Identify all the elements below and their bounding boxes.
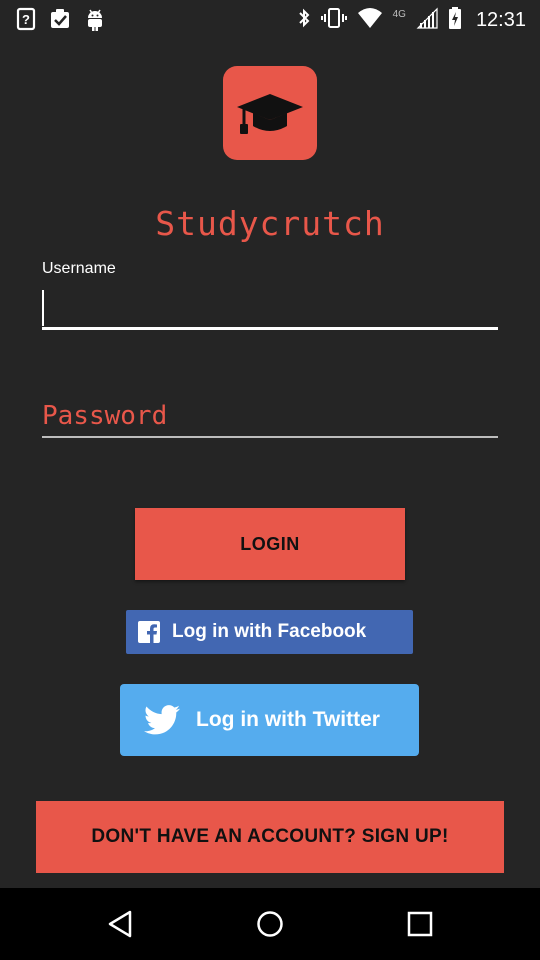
signal-icon (416, 7, 438, 34)
battery-charging-icon (448, 6, 462, 35)
navigation-bar (0, 888, 540, 960)
text-cursor (42, 290, 44, 326)
app-logo (223, 66, 317, 160)
facebook-icon (138, 621, 160, 643)
network-type-label: 4G (392, 9, 406, 20)
home-icon[interactable] (252, 906, 288, 942)
vibrate-icon (320, 6, 347, 35)
help-icon: ? (16, 7, 36, 36)
status-clock: 12:31 (475, 9, 526, 31)
signup-button[interactable]: DON'T HAVE AN ACCOUNT? SIGN UP! (36, 801, 504, 873)
password-input[interactable] (42, 396, 498, 438)
graduation-cap-icon (237, 94, 303, 134)
wifi-icon (357, 7, 383, 34)
recents-icon[interactable] (402, 906, 438, 942)
back-icon[interactable] (102, 906, 138, 942)
svg-text:?: ? (22, 12, 30, 27)
login-button[interactable]: LOGIN (135, 508, 405, 580)
android-icon (84, 7, 106, 36)
login-screen: ? 4G 12:31 Studycrutch Username LOGIN Lo… (0, 0, 540, 960)
app-title: Studycrutch (155, 204, 385, 243)
facebook-login-label: Log in with Facebook (172, 621, 367, 642)
twitter-bird-icon (144, 705, 180, 735)
twitter-login-label: Log in with Twitter (196, 708, 380, 731)
username-label: Username (42, 260, 116, 277)
system-icons: 4G 12:31 (297, 6, 526, 35)
bluetooth-icon (297, 6, 311, 35)
facebook-login-button[interactable]: Log in with Facebook (126, 610, 413, 654)
twitter-login-button[interactable]: Log in with Twitter (120, 684, 419, 756)
notification-icons: ? (16, 7, 106, 36)
status-bar: ? 4G 12:31 (0, 0, 540, 38)
username-input[interactable] (42, 286, 498, 330)
clipboard-check-icon (48, 8, 72, 35)
